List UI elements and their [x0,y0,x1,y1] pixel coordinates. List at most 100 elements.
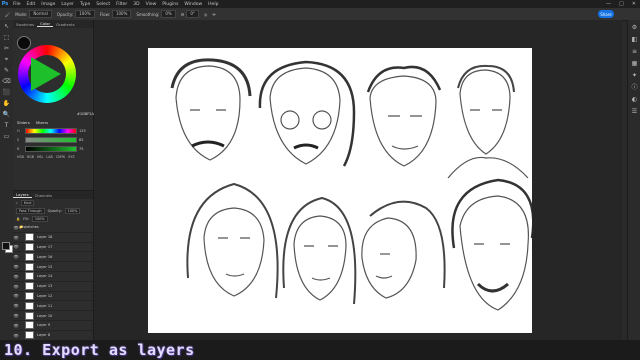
brushes-icon[interactable]: ✦ [630,71,639,80]
symmetry-icon[interactable]: ✣ [212,12,215,17]
menu-layer[interactable]: Layer [58,2,77,7]
properties-icon[interactable]: ⚙ [630,23,639,32]
hand-tool-icon[interactable]: ✋ [2,99,11,108]
libraries-icon[interactable]: ≡ [630,47,639,56]
marquee-tool-icon[interactable]: ⬚ [2,33,11,42]
adjustments-icon[interactable]: ◧ [630,35,639,44]
mode-lab[interactable]: LAB [46,155,52,159]
close-icon[interactable]: ✕ [632,1,636,7]
type-tool-icon[interactable]: T [2,121,11,130]
blend-mode-select[interactable]: Pass Through [16,208,45,214]
layer-row[interactable]: 👁 Layer 11 [13,301,93,312]
info-icon[interactable]: ⓘ [630,83,639,92]
layer-row[interactable]: 👁 Layer 13 [13,282,93,292]
mode-hsb[interactable]: HSB [17,155,24,159]
share-button[interactable]: Share [598,10,614,18]
mode-hsl[interactable]: HSL [37,155,43,159]
menu-help[interactable]: Help [205,2,221,7]
fill-tool-icon[interactable]: ⬛ [2,88,11,97]
visibility-eye-icon[interactable]: 👁 [13,284,19,289]
smoothing-input[interactable]: 0% [161,10,176,18]
menu-window[interactable]: Window [181,2,205,7]
tab-color[interactable]: Color [37,21,54,27]
app-logo-icon[interactable]: Ps [0,0,10,8]
mode-select[interactable]: Normal [29,10,52,18]
current-color-swatch[interactable] [17,36,31,50]
layer-row[interactable]: 👁 Layer 9 [13,321,93,331]
menu-3d[interactable]: 3D [130,2,142,7]
layer-row[interactable]: 👁 Layer 18 [13,233,93,243]
tab-channels[interactable]: Channels [32,193,56,198]
lock-icon[interactable]: 🔒 [16,217,20,221]
layer-row[interactable]: 👁 Layer 14 [13,272,93,282]
document-canvas[interactable] [148,48,535,333]
color-triangle[interactable] [31,57,61,91]
crop-tool-icon[interactable]: ⌖ [2,55,11,64]
hue-value[interactable]: 125 [79,129,86,133]
menu-type[interactable]: Type [77,2,93,7]
tab-gradients[interactable]: Gradients [53,22,78,27]
menu-select[interactable]: Select [93,2,113,7]
foreground-color-swatch[interactable] [2,242,10,250]
pressure-icon[interactable]: ◎ [204,12,208,17]
move-tool-icon[interactable]: ↖ [2,22,11,31]
styles-icon[interactable]: ◐ [630,95,639,104]
hue-slider[interactable] [25,128,77,134]
tab-layers[interactable]: Layers [13,192,32,198]
layer-row[interactable]: 👁 Layer 16 [13,252,93,263]
shape-tool-icon[interactable]: ▭ [2,132,11,141]
visibility-eye-icon[interactable]: 👁 [13,235,19,240]
tab-mixers[interactable]: Mixers [36,120,48,125]
visibility-eye-icon[interactable]: 👁 [13,293,19,298]
visibility-eye-icon[interactable]: 👁 [13,244,19,249]
layer-fill-input[interactable]: 100% [31,216,48,222]
maximize-icon[interactable]: □ [619,1,624,7]
menu-filter[interactable]: Filter [113,2,130,7]
brush-tool-icon[interactable]: 🖌 [5,12,10,17]
visibility-eye-icon[interactable]: 👁 [13,303,19,308]
layer-opacity-input[interactable]: 100% [64,208,81,214]
color-wheel[interactable] [18,45,76,103]
kind-filter-select[interactable]: Kind [20,200,35,206]
layer-row[interactable]: 👁 Layer 17 [13,242,93,253]
menu-plugins[interactable]: Plugins [159,2,181,7]
eraser-tool-icon[interactable]: ⌫ [2,77,11,86]
foreground-background-swatch[interactable] [2,242,13,253]
hex-value[interactable]: #1DBF2A [77,112,94,116]
saturation-slider[interactable] [25,137,77,143]
visibility-eye-icon[interactable]: 👁 [13,333,19,338]
swatches-icon[interactable]: ▦ [630,59,639,68]
brush-tool-icon[interactable]: ✎ [2,66,11,75]
layer-row[interactable]: 👁 Layer 10 [13,311,93,321]
menu-file[interactable]: File [10,2,24,7]
menu-edit[interactable]: Edit [24,2,39,7]
menu-view[interactable]: View [143,2,160,7]
mode-rgb[interactable]: RGB [27,155,34,159]
history-icon[interactable]: ☰ [630,107,639,116]
mode-xyz[interactable]: XYZ [68,155,75,159]
layer-row[interactable]: 👁 Layer 12 [13,291,93,302]
brightness-slider[interactable] [25,146,77,152]
flow-input[interactable]: 100% [111,10,132,18]
mode-cmyk[interactable]: CMYK [56,155,65,159]
lasso-tool-icon[interactable]: ✂ [2,44,11,53]
tab-swatches[interactable]: Swatches [13,22,37,27]
opacity-input[interactable]: 100% [75,10,95,18]
angle-input[interactable]: 0° [186,10,199,18]
menu-image[interactable]: Image [38,2,58,7]
canvas-area[interactable] [94,20,622,340]
minimize-icon[interactable]: — [606,1,611,7]
visibility-eye-icon[interactable]: 👁 [13,323,19,328]
visibility-eye-icon[interactable]: 👁 [13,313,19,318]
layer-row[interactable]: 👁 Layer 15 [13,262,93,272]
tab-sliders[interactable]: Sliders [17,120,30,125]
saturation-value[interactable]: 85 [79,138,83,142]
brightness-value[interactable]: 75 [79,147,83,151]
zoom-tool-icon[interactable]: 🔍 [2,110,11,119]
mode-label: Mode: [15,11,28,17]
layer-group-row[interactable]: 👁 📁 sketches [13,223,93,233]
visibility-eye-icon[interactable]: 👁 [13,254,19,259]
visibility-eye-icon[interactable]: 👁 [13,274,19,279]
settings-icon[interactable]: ⚙ [181,12,185,17]
visibility-eye-icon[interactable]: 👁 [13,264,19,269]
